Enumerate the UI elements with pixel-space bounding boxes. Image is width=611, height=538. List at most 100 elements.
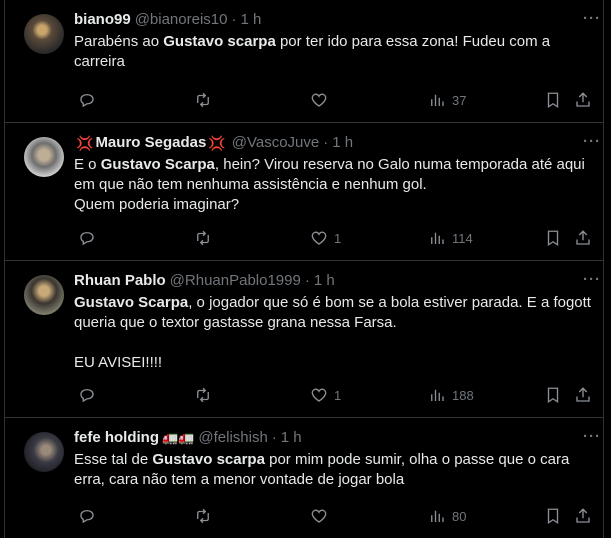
tweet-text-pre: E o — [74, 156, 101, 173]
views-icon — [431, 510, 444, 522]
share-icon — [576, 92, 590, 107]
tweet-header: fefe holding 🚛🚛 @felishish · 1 h — [74, 428, 593, 448]
views-icon — [431, 232, 444, 244]
reply-button[interactable] — [78, 385, 102, 405]
display-name[interactable]: Mauro Segadas — [95, 133, 206, 153]
truck-emoji: 🚛🚛 — [162, 430, 195, 445]
retweet-button[interactable] — [194, 506, 218, 526]
reply-icon — [80, 389, 94, 403]
user-handle[interactable]: @RhuanPablo1999 — [170, 271, 301, 291]
heart-icon — [311, 231, 327, 245]
reply-button[interactable] — [78, 90, 102, 110]
retweet-icon — [197, 508, 209, 524]
bookmark-icon — [547, 230, 559, 247]
share-button[interactable] — [574, 228, 592, 248]
bookmark-icon — [547, 387, 559, 404]
tweet-actions: 1 188 — [74, 385, 593, 405]
bookmark-icon — [547, 92, 559, 109]
tweet-actions: 37 — [74, 90, 593, 110]
bookmark-button[interactable] — [544, 385, 562, 405]
reply-icon — [80, 510, 94, 524]
share-icon — [576, 230, 590, 245]
views-icon — [431, 389, 444, 401]
like-button[interactable]: 1 — [310, 228, 341, 248]
tweet-header: 💢 Mauro Segadas 💢 @VascoJuve · 1 h — [74, 133, 593, 153]
retweet-button[interactable] — [194, 228, 218, 248]
like-count: 1 — [334, 387, 342, 403]
user-handle[interactable]: @bianoreis10 — [135, 10, 228, 30]
tweet-text-highlight: Gustavo Scarpa — [100, 156, 215, 173]
display-name[interactable]: Rhuan Pablo — [74, 271, 166, 291]
bookmark-button[interactable] — [544, 90, 562, 110]
reply-button[interactable] — [78, 506, 102, 526]
tweet-actions: 1 114 — [74, 228, 593, 248]
tweet-text: E o Gustavo Scarpa, hein? Virou reserva … — [74, 155, 593, 215]
tweet-actions: 80 — [74, 506, 593, 526]
separator-dot: · — [231, 11, 237, 28]
bookmark-button[interactable] — [544, 506, 562, 526]
retweet-icon — [197, 92, 209, 108]
timeline: biano99 @bianoreis10 · 1 h Parabéns ao G… — [4, 0, 604, 538]
views-button[interactable]: 188 — [428, 385, 474, 405]
tweet[interactable]: 💢 Mauro Segadas 💢 @VascoJuve · 1 h E o G… — [5, 123, 603, 261]
views-button[interactable]: 80 — [428, 506, 466, 526]
avatar[interactable] — [24, 14, 64, 54]
like-button[interactable] — [310, 506, 334, 526]
reply-icon — [80, 232, 94, 246]
tweet[interactable]: fefe holding 🚛🚛 @felishish · 1 h Esse ta… — [5, 418, 603, 538]
view-count: 188 — [452, 387, 474, 403]
display-name[interactable]: fefe holding — [74, 428, 159, 448]
bookmark-button[interactable] — [544, 228, 562, 248]
share-button[interactable] — [574, 385, 592, 405]
retweet-icon — [197, 230, 209, 246]
like-button[interactable]: 1 — [310, 385, 341, 405]
share-icon — [576, 508, 590, 523]
more-horizontal-icon[interactable]: ··· — [583, 271, 601, 288]
view-count: 37 — [452, 92, 467, 108]
tweet-text: Esse tal de Gustavo scarpa por mim pode … — [74, 450, 593, 490]
timestamp[interactable]: 1 h — [314, 271, 335, 291]
tweet-text-highlight: Gustavo Scarpa — [74, 294, 189, 311]
more-horizontal-icon[interactable]: ··· — [583, 428, 601, 445]
avatar[interactable] — [24, 432, 64, 472]
share-button[interactable] — [574, 90, 592, 110]
tweet-content: biano99 @bianoreis10 · 1 h Parabéns ao G… — [74, 10, 593, 72]
share-button[interactable] — [574, 506, 592, 526]
user-handle[interactable]: @VascoJuve — [232, 133, 320, 153]
separator-dot: · — [271, 429, 277, 446]
retweet-button[interactable] — [194, 385, 218, 405]
views-button[interactable]: 37 — [428, 90, 466, 110]
tweet[interactable]: Rhuan Pablo @RhuanPablo1999 · 1 h Gustav… — [5, 261, 603, 418]
avatar[interactable] — [24, 137, 64, 177]
heart-icon — [311, 93, 327, 107]
views-icon — [431, 94, 444, 106]
anger-symbol-emoji: 💢 — [208, 135, 226, 151]
like-button[interactable] — [310, 90, 334, 110]
views-button[interactable]: 114 — [428, 228, 473, 248]
timestamp[interactable]: 1 h — [332, 133, 353, 153]
view-count: 80 — [452, 508, 467, 524]
heart-icon — [311, 388, 327, 402]
avatar[interactable] — [24, 275, 64, 315]
view-count: 114 — [452, 230, 473, 246]
user-handle[interactable]: @felishish — [198, 428, 267, 448]
heart-icon — [311, 509, 327, 523]
display-name[interactable]: biano99 — [74, 10, 131, 30]
separator-dot: · — [323, 134, 329, 151]
retweet-button[interactable] — [194, 90, 218, 110]
tweet-content: Rhuan Pablo @RhuanPablo1999 · 1 h Gustav… — [74, 271, 593, 373]
more-horizontal-icon[interactable]: ··· — [583, 10, 601, 27]
tweet-text: Gustavo Scarpa, o jogador que só é bom s… — [74, 293, 593, 373]
reply-button[interactable] — [78, 228, 102, 248]
share-icon — [576, 387, 590, 402]
tweet-text-highlight: Gustavo scarpa — [163, 33, 276, 50]
bookmark-icon — [547, 508, 559, 525]
tweet-text: Parabéns ao Gustavo scarpa por ter ido p… — [74, 32, 593, 72]
timestamp[interactable]: 1 h — [240, 10, 261, 30]
retweet-icon — [197, 387, 209, 403]
tweet[interactable]: biano99 @bianoreis10 · 1 h Parabéns ao G… — [5, 0, 603, 123]
separator-dot: · — [304, 272, 310, 289]
timestamp[interactable]: 1 h — [281, 428, 302, 448]
tweet-header: biano99 @bianoreis10 · 1 h — [74, 10, 593, 30]
more-horizontal-icon[interactable]: ··· — [583, 133, 601, 150]
